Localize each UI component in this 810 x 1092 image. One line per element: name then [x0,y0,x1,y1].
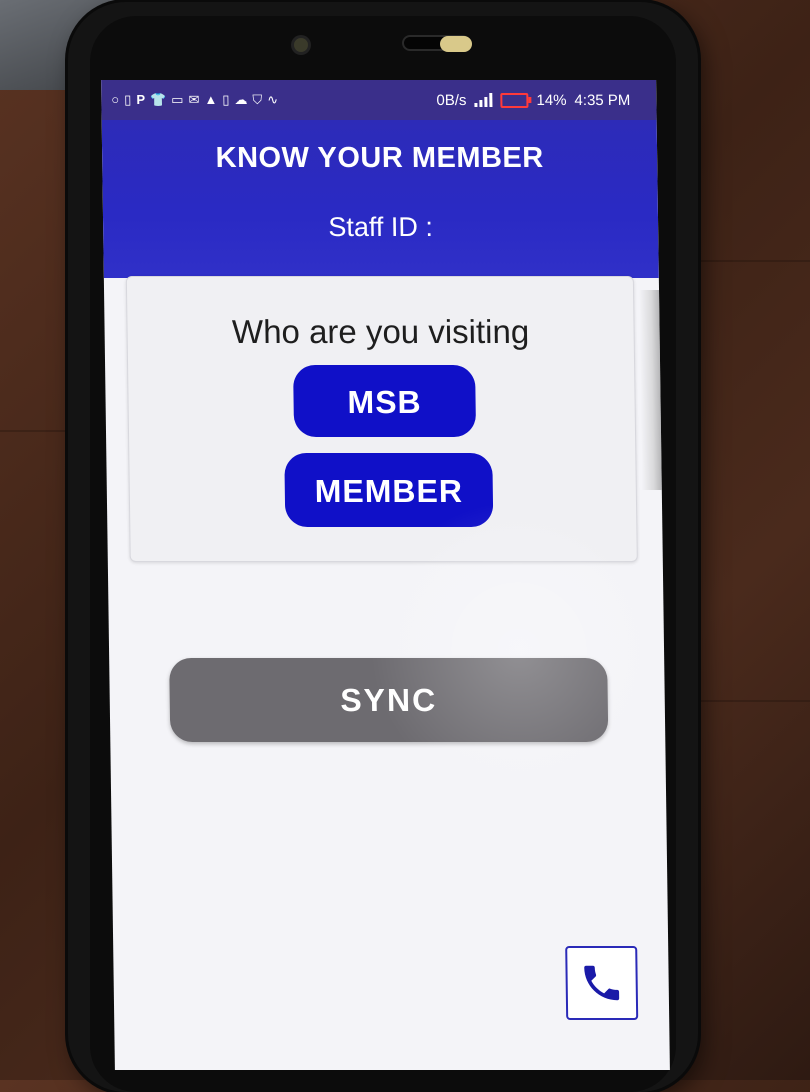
wood-grain [0,430,70,432]
phone-screen: ○ ▯ P 👕 ▭ ✉ ▲ ▯ ☁ ⛉ ∿ 0B/s 14% 4:35 PM K… [101,80,670,1070]
staff-id-label: Staff ID : [328,212,434,242]
sim-icon: ▯ [124,92,132,107]
app-header: KNOW YOUR MEMBER Staff ID : [101,120,659,278]
cloud-upload-icon: ☁ [234,92,248,107]
circle-icon: ○ [111,92,120,107]
wood-grain [700,700,810,702]
pulse-icon: ∿ [267,92,279,107]
screen-crack [639,290,662,490]
status-bar: ○ ▯ P 👕 ▭ ✉ ▲ ▯ ☁ ⛉ ∿ 0B/s 14% 4:35 PM [101,80,657,120]
app-title: KNOW YOUR MEMBER [215,142,544,174]
visit-prompt: Who are you visiting [231,313,530,350]
warning-icon: ▲ [204,92,218,107]
network-speed: 0B/s [436,91,467,109]
wood-grain [700,260,810,262]
tshirt-icon: 👕 [149,92,167,107]
notification-icons: ○ ▯ P 👕 ▭ ✉ ▲ ▯ ☁ ⛉ ∿ [111,92,278,108]
battery-icon [500,92,529,108]
p-icon: P [136,92,146,107]
phone-icon [584,965,620,1001]
member-button[interactable]: MEMBER [284,453,494,527]
msb-button[interactable]: MSB [293,365,477,437]
front-flash [440,36,472,52]
call-button[interactable] [565,946,639,1020]
shield-check-icon: ⛉ [252,92,263,107]
visit-card: Who are you visiting MSB MEMBER [125,276,638,562]
status-right: 0B/s 14% 4:35 PM [436,92,630,109]
clock: 4:35 PM [574,91,631,109]
proximity-sensor [294,38,308,52]
battery-percent: 14% [536,91,567,109]
image-icon: ▭ [171,92,184,107]
sync-button[interactable]: SYNC [169,658,609,742]
phone-icon: ▯ [222,92,230,107]
mail-icon: ✉ [188,92,200,107]
signal-icon [474,93,493,107]
